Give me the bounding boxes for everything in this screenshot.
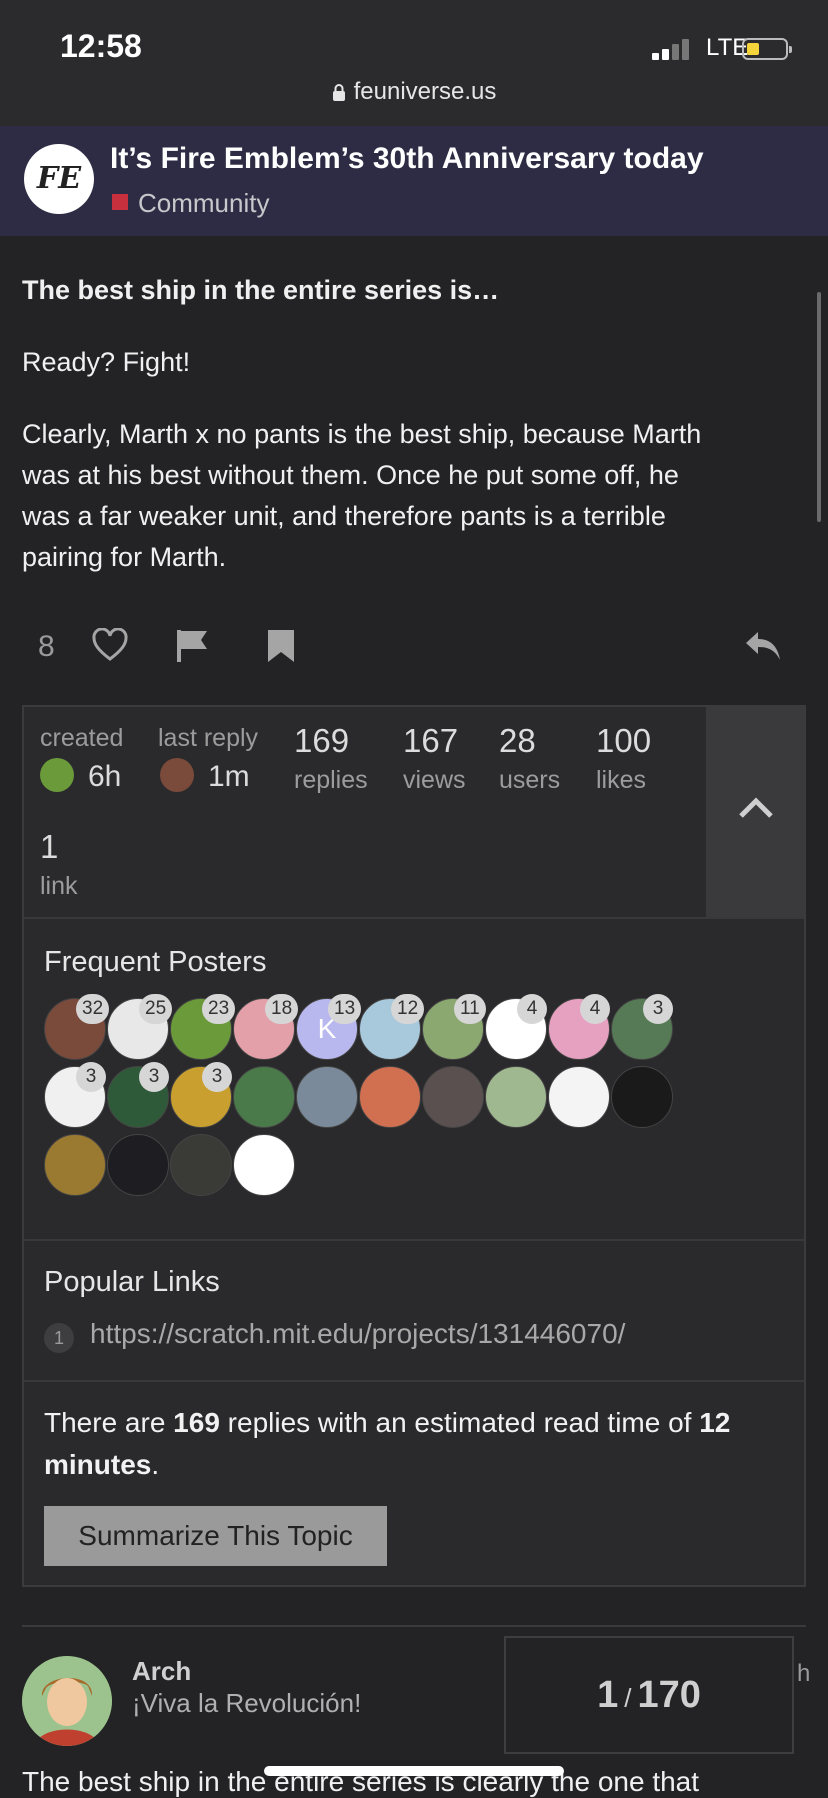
header-topic-title[interactable]: It’s Fire Emblem’s 30th Anniversary toda… xyxy=(110,142,704,176)
link-click-count: 1 xyxy=(44,1323,74,1353)
heart-icon[interactable] xyxy=(92,628,128,662)
divider xyxy=(24,1239,804,1241)
divider xyxy=(24,1380,804,1382)
post-count-badge: 32 xyxy=(76,994,110,1024)
users-label: users xyxy=(499,766,561,794)
reply-username[interactable]: Arch xyxy=(132,1656,191,1687)
links-label: link xyxy=(40,872,78,900)
last-reply-label: last reply xyxy=(158,724,259,752)
collapse-map-button[interactable] xyxy=(706,707,804,917)
frequent-poster-avatar[interactable] xyxy=(44,1134,106,1196)
frequent-poster-avatar[interactable] xyxy=(548,1066,610,1128)
reply-user-title: ¡Viva la Revolución! xyxy=(132,1688,362,1718)
users-count: 28 xyxy=(499,722,536,759)
post-count-badge: 25 xyxy=(139,994,173,1024)
summarize-topic-button[interactable]: Summarize This Topic xyxy=(44,1506,387,1566)
post-paragraph-line: pairing for Marth. xyxy=(22,542,227,572)
replies-label: replies xyxy=(294,766,368,794)
post-count-badge: 3 xyxy=(139,1062,169,1092)
progress-current: 1 xyxy=(597,1674,619,1716)
frequent-poster-avatar[interactable] xyxy=(485,1066,547,1128)
avatar[interactable] xyxy=(22,1656,112,1746)
category-badge[interactable]: Community xyxy=(138,188,269,219)
like-count[interactable]: 8 xyxy=(38,630,55,664)
post-count-badge: 13 xyxy=(328,994,362,1024)
post-line-1: Ready? Fight! xyxy=(22,347,191,377)
post-count-badge: 3 xyxy=(76,1062,106,1092)
scrollbar[interactable] xyxy=(817,292,821,522)
topic-progress[interactable]: 1/170 xyxy=(504,1636,794,1754)
progress-separator: / xyxy=(624,1683,632,1713)
divider xyxy=(22,1625,806,1627)
bookmark-icon[interactable] xyxy=(266,628,296,664)
views-count: 167 xyxy=(403,722,459,759)
post-count-badge: 23 xyxy=(202,994,236,1024)
logo-text: FE xyxy=(36,161,82,196)
frequent-posters-list: 32 25 23 18 K 13 12 11 4 4 3 3 3 3 xyxy=(44,994,784,1218)
home-indicator[interactable] xyxy=(264,1766,564,1776)
likes-label: likes xyxy=(596,766,647,794)
progress-total: 170 xyxy=(637,1674,701,1716)
signal-icon xyxy=(652,38,692,60)
created-value: 6h xyxy=(88,760,122,793)
summary-minutes-word: minutes xyxy=(44,1449,152,1480)
post-count-badge: 12 xyxy=(391,994,425,1024)
frequent-poster-avatar[interactable] xyxy=(107,1134,169,1196)
popular-links-title: Popular Links xyxy=(44,1266,220,1298)
replies-count: 169 xyxy=(294,722,350,759)
site-logo[interactable]: FE xyxy=(24,144,94,214)
post-paragraph-line: was a far weaker unit, and therefore pan… xyxy=(22,501,666,531)
frequent-posters-title: Frequent Posters xyxy=(44,946,267,978)
chevron-up-icon xyxy=(739,797,773,818)
created-label: created xyxy=(40,724,124,752)
creator-avatar[interactable] xyxy=(40,758,74,792)
frequent-poster-avatar[interactable] xyxy=(296,1066,358,1128)
lock-icon xyxy=(332,84,345,101)
post-count-badge: 4 xyxy=(580,994,610,1024)
url-bar[interactable]: feuniverse.us xyxy=(0,78,828,106)
post-count-badge: 3 xyxy=(643,994,673,1024)
divider xyxy=(24,917,804,919)
views-label: views xyxy=(403,766,466,794)
avatar-portrait-icon xyxy=(22,1656,112,1746)
post-count-badge: 18 xyxy=(265,994,299,1024)
post-count-badge: 4 xyxy=(517,994,547,1024)
reply-icon[interactable] xyxy=(744,630,782,662)
frequent-poster-avatar[interactable] xyxy=(233,1134,295,1196)
reply-date-fragment: h xyxy=(797,1660,811,1687)
flag-icon[interactable] xyxy=(174,628,210,664)
frequent-poster-avatar[interactable] xyxy=(170,1134,232,1196)
battery-icon xyxy=(742,38,792,60)
category-color-square xyxy=(112,194,128,210)
frequent-poster-avatar[interactable] xyxy=(611,1066,673,1128)
post-count-badge: 11 xyxy=(454,994,486,1024)
frequent-poster-avatar[interactable] xyxy=(422,1066,484,1128)
popular-link[interactable]: https://scratch.mit.edu/projects/1314460… xyxy=(90,1318,625,1350)
url-text: feuniverse.us xyxy=(353,78,497,105)
post-heading: The best ship in the entire series is… xyxy=(22,275,500,305)
summary-minutes-count: 12 xyxy=(699,1407,731,1438)
last-replier-avatar[interactable] xyxy=(160,758,194,792)
status-time: 12:58 xyxy=(60,28,142,64)
summary-text: There are 169 replies with an estimated … xyxy=(44,1407,731,1480)
frequent-poster-avatar[interactable] xyxy=(359,1066,421,1128)
post-paragraph-line: was at his best without them. Once he pu… xyxy=(22,460,679,490)
summary-replies: 169 xyxy=(173,1407,220,1438)
likes-count: 100 xyxy=(596,722,652,759)
last-reply-value: 1m xyxy=(208,760,250,793)
frequent-poster-avatar[interactable] xyxy=(233,1066,295,1128)
post-paragraph-line: Clearly, Marth x no pants is the best sh… xyxy=(22,419,702,449)
post-count-badge: 3 xyxy=(202,1062,232,1092)
links-count: 1 xyxy=(40,828,59,865)
